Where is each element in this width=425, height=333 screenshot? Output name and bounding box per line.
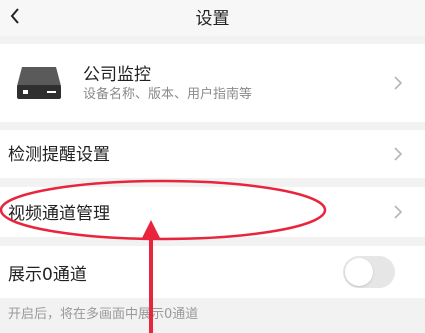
device-name: 公司监控 xyxy=(83,65,151,85)
channel-management-row[interactable]: 视频通道管理 xyxy=(0,187,425,237)
page-title: 设置 xyxy=(195,9,230,29)
channel-management-label: 视频通道管理 xyxy=(8,204,110,224)
alert-settings-row[interactable]: 检测提醒设置 xyxy=(0,130,425,178)
device-description: 设备名称、版本、用户指南等 xyxy=(83,87,253,102)
show-channel0-label: 展示0通道 xyxy=(8,265,87,285)
toggle-knob xyxy=(345,258,373,286)
show-channel0-hint: 开启后，将在多画面中展示0通道 xyxy=(8,307,199,322)
show-channel0-toggle[interactable] xyxy=(343,256,395,288)
nav-bar: 设置 xyxy=(0,0,425,36)
chevron-right-icon xyxy=(393,74,403,92)
chevron-right-icon xyxy=(393,145,403,163)
chevron-right-icon xyxy=(393,203,403,221)
alert-settings-label: 检测提醒设置 xyxy=(8,145,110,165)
nvr-device-icon xyxy=(17,67,61,99)
